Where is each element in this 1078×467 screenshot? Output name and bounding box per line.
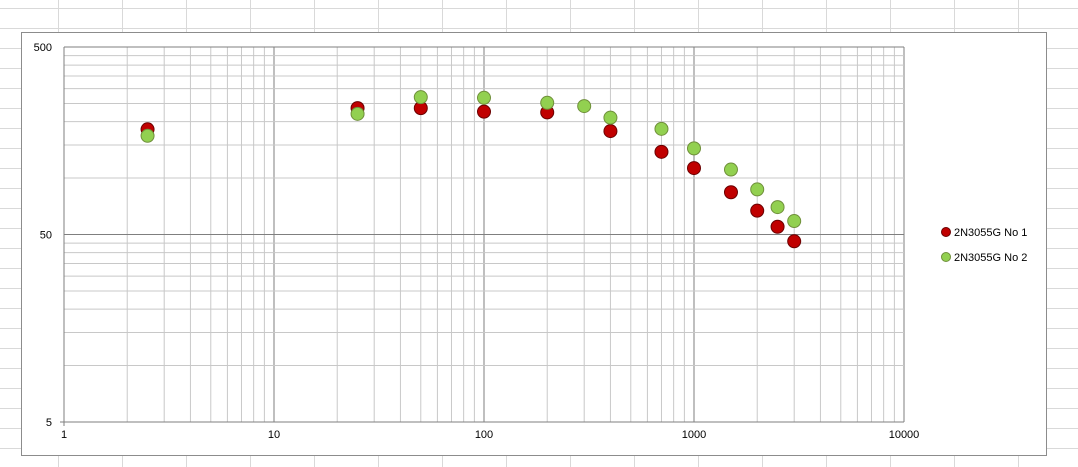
chart-area: 1 10 100 1000 10000 5 50 500 2N3055G No 1 2N3055… [21,32,1047,456]
point-series-2 [654,121,669,136]
point-series-2 [787,214,802,229]
y-tick-label: 50 [40,230,52,242]
point-series-1 [603,124,618,139]
point-series-2 [413,90,428,105]
scatter-chart: 1 10 100 1000 10000550500 2N3055G No 12N3055… [34,42,1028,441]
legend-marker [941,227,951,237]
x-tick-label: 100 [475,429,493,441]
point-series-1 [723,185,738,200]
y-tick-label: 5 [46,417,52,429]
legend: 2N3055G No 1 2N3055G No 2 [941,227,1027,264]
point-series-2 [770,200,785,215]
legend-label: 2N3055G No 1 [954,227,1027,239]
point-series-1 [687,161,701,176]
point-series-2 [723,162,738,177]
legend-marker [941,252,951,262]
point-series-2 [603,110,618,125]
point-series-1 [770,219,785,234]
point-series-2 [577,99,592,114]
data-points [140,90,802,249]
point-series-1 [750,203,765,218]
point-series-2 [140,128,155,143]
point-series-2 [477,90,491,105]
x-tick-label: 1 [61,429,67,441]
point-series-2 [750,182,765,197]
point-series-2 [687,141,701,156]
point-series-2 [540,95,555,110]
y-tick-label: 500 [34,42,52,54]
axes: 1 10 100 1000 10000 5 50 500 [34,42,920,441]
point-series-2 [350,106,365,121]
legend-label: 2N3055G No 2 [954,252,1027,264]
point-series-1 [787,234,802,249]
x-tick-label: 10000 [889,429,920,441]
point-series-1 [477,104,491,119]
x-tick-label: 1000 [682,429,706,441]
point-series-1 [654,144,669,159]
x-tick-label: 10 [268,429,280,441]
